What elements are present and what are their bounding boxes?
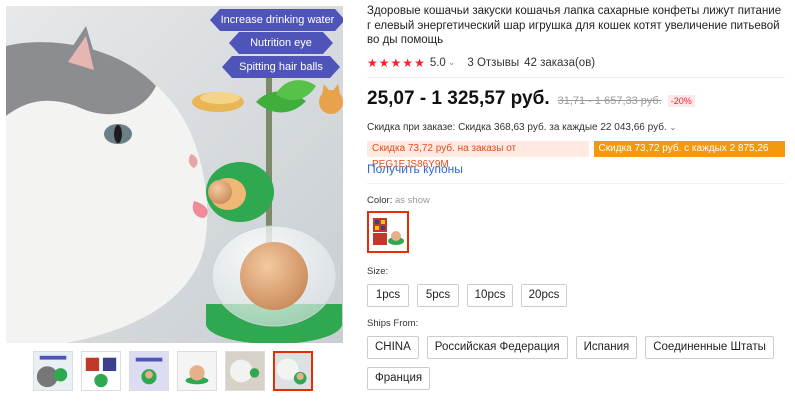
star-icon: ★: [402, 55, 414, 70]
bulk-discount[interactable]: Скидка при заказе: Скидка 368,63 руб. за…: [367, 122, 785, 133]
star-icon: ★: [378, 55, 390, 70]
size-label: Size:: [367, 265, 389, 277]
price-row: 25,07 - 1 325,57 руб. 31,71 - 1 657,33 р…: [367, 88, 785, 110]
ships-from-label: Ships From:: [367, 317, 419, 329]
color-label: Color: as show: [367, 195, 785, 206]
size-option-5pcs[interactable]: 5pcs: [417, 283, 459, 307]
star-icon: ★: [414, 55, 425, 70]
thumbnail-6[interactable]: [273, 351, 313, 391]
ships-from-spain[interactable]: Испания: [575, 335, 638, 359]
chevron-down-icon[interactable]: ⌄: [448, 57, 456, 68]
thumbnail-4[interactable]: [177, 351, 217, 391]
main-product-image[interactable]: Increase drinking water Nutrition eye Sp…: [6, 6, 343, 343]
color-label-text: Color:: [367, 194, 393, 206]
rating-row: ★ ★ ★ ★ ★ 5.0 ⌄ 3 Отзывы 42 заказа(ов): [367, 56, 785, 70]
size-option-1pcs[interactable]: 1pcs: [367, 283, 409, 307]
size-options: 1pcs 5pcs 10pcs 20pcs: [367, 283, 785, 307]
badge-spitting-hair-balls: Spitting hair balls: [222, 56, 340, 78]
product-title: Здоровые кошачьи закуски кошачья лапка с…: [367, 5, 782, 46]
star-icon: ★: [390, 55, 402, 70]
ships-from-china[interactable]: CHINA: [367, 335, 419, 359]
ships-from-russia[interactable]: Российская Федерация: [426, 335, 568, 359]
coupon-select[interactable]: Скидка 73,72 руб. с каждых 2 875,26 руб.: [593, 140, 785, 170]
price-current: 25,07 - 1 325,57 руб.: [367, 87, 550, 109]
price-old: 31,71 - 1 657,33 руб.: [557, 94, 662, 107]
size-option-20pcs[interactable]: 20pcs: [521, 283, 567, 307]
thumbnail-1[interactable]: [33, 351, 73, 391]
thumbnail-2[interactable]: [81, 351, 121, 391]
get-coupons-link[interactable]: Получить купоны: [367, 162, 785, 176]
thumbnail-5[interactable]: [225, 351, 265, 391]
coupon-list: Скидка 73,72 руб. на заказы от PEG1EJS86…: [367, 140, 785, 170]
product-info: Здоровые кошачьи закуски кошачья лапка с…: [367, 4, 785, 390]
thumbnail-3[interactable]: [129, 351, 169, 391]
color-value: as show: [394, 194, 430, 206]
badge-nutrition-eye: Nutrition eye: [229, 32, 333, 54]
color-swatch-as-show[interactable]: [367, 210, 409, 253]
ships-from-options: CHINA Российская Федерация Испания Соеди…: [367, 335, 785, 390]
thumbnail-strip: [33, 351, 313, 391]
coupon-store[interactable]: Скидка 73,72 руб. на заказы от PEG1EJS86…: [367, 140, 589, 170]
chevron-down-icon[interactable]: ⌄: [669, 123, 676, 132]
ships-from-france[interactable]: Франция: [367, 366, 431, 390]
star-icon: ★: [367, 55, 378, 70]
orders-count: 42 заказа(ов): [524, 56, 596, 69]
size-option-10pcs[interactable]: 10pcs: [467, 283, 513, 307]
reviews-count[interactable]: 3 Отзывы: [467, 57, 519, 69]
discount-badge: -20%: [667, 94, 695, 107]
bulk-discount-text: Скидка при заказе: Скидка 368,63 руб. за…: [367, 121, 667, 133]
rating-value[interactable]: 5.0: [430, 57, 446, 69]
divider: [367, 182, 785, 184]
divider: [367, 76, 785, 78]
ships-from-united-states[interactable]: Соединенные Штаты: [645, 335, 774, 359]
badge-increase-drinking-water: Increase drinking water: [210, 9, 343, 31]
